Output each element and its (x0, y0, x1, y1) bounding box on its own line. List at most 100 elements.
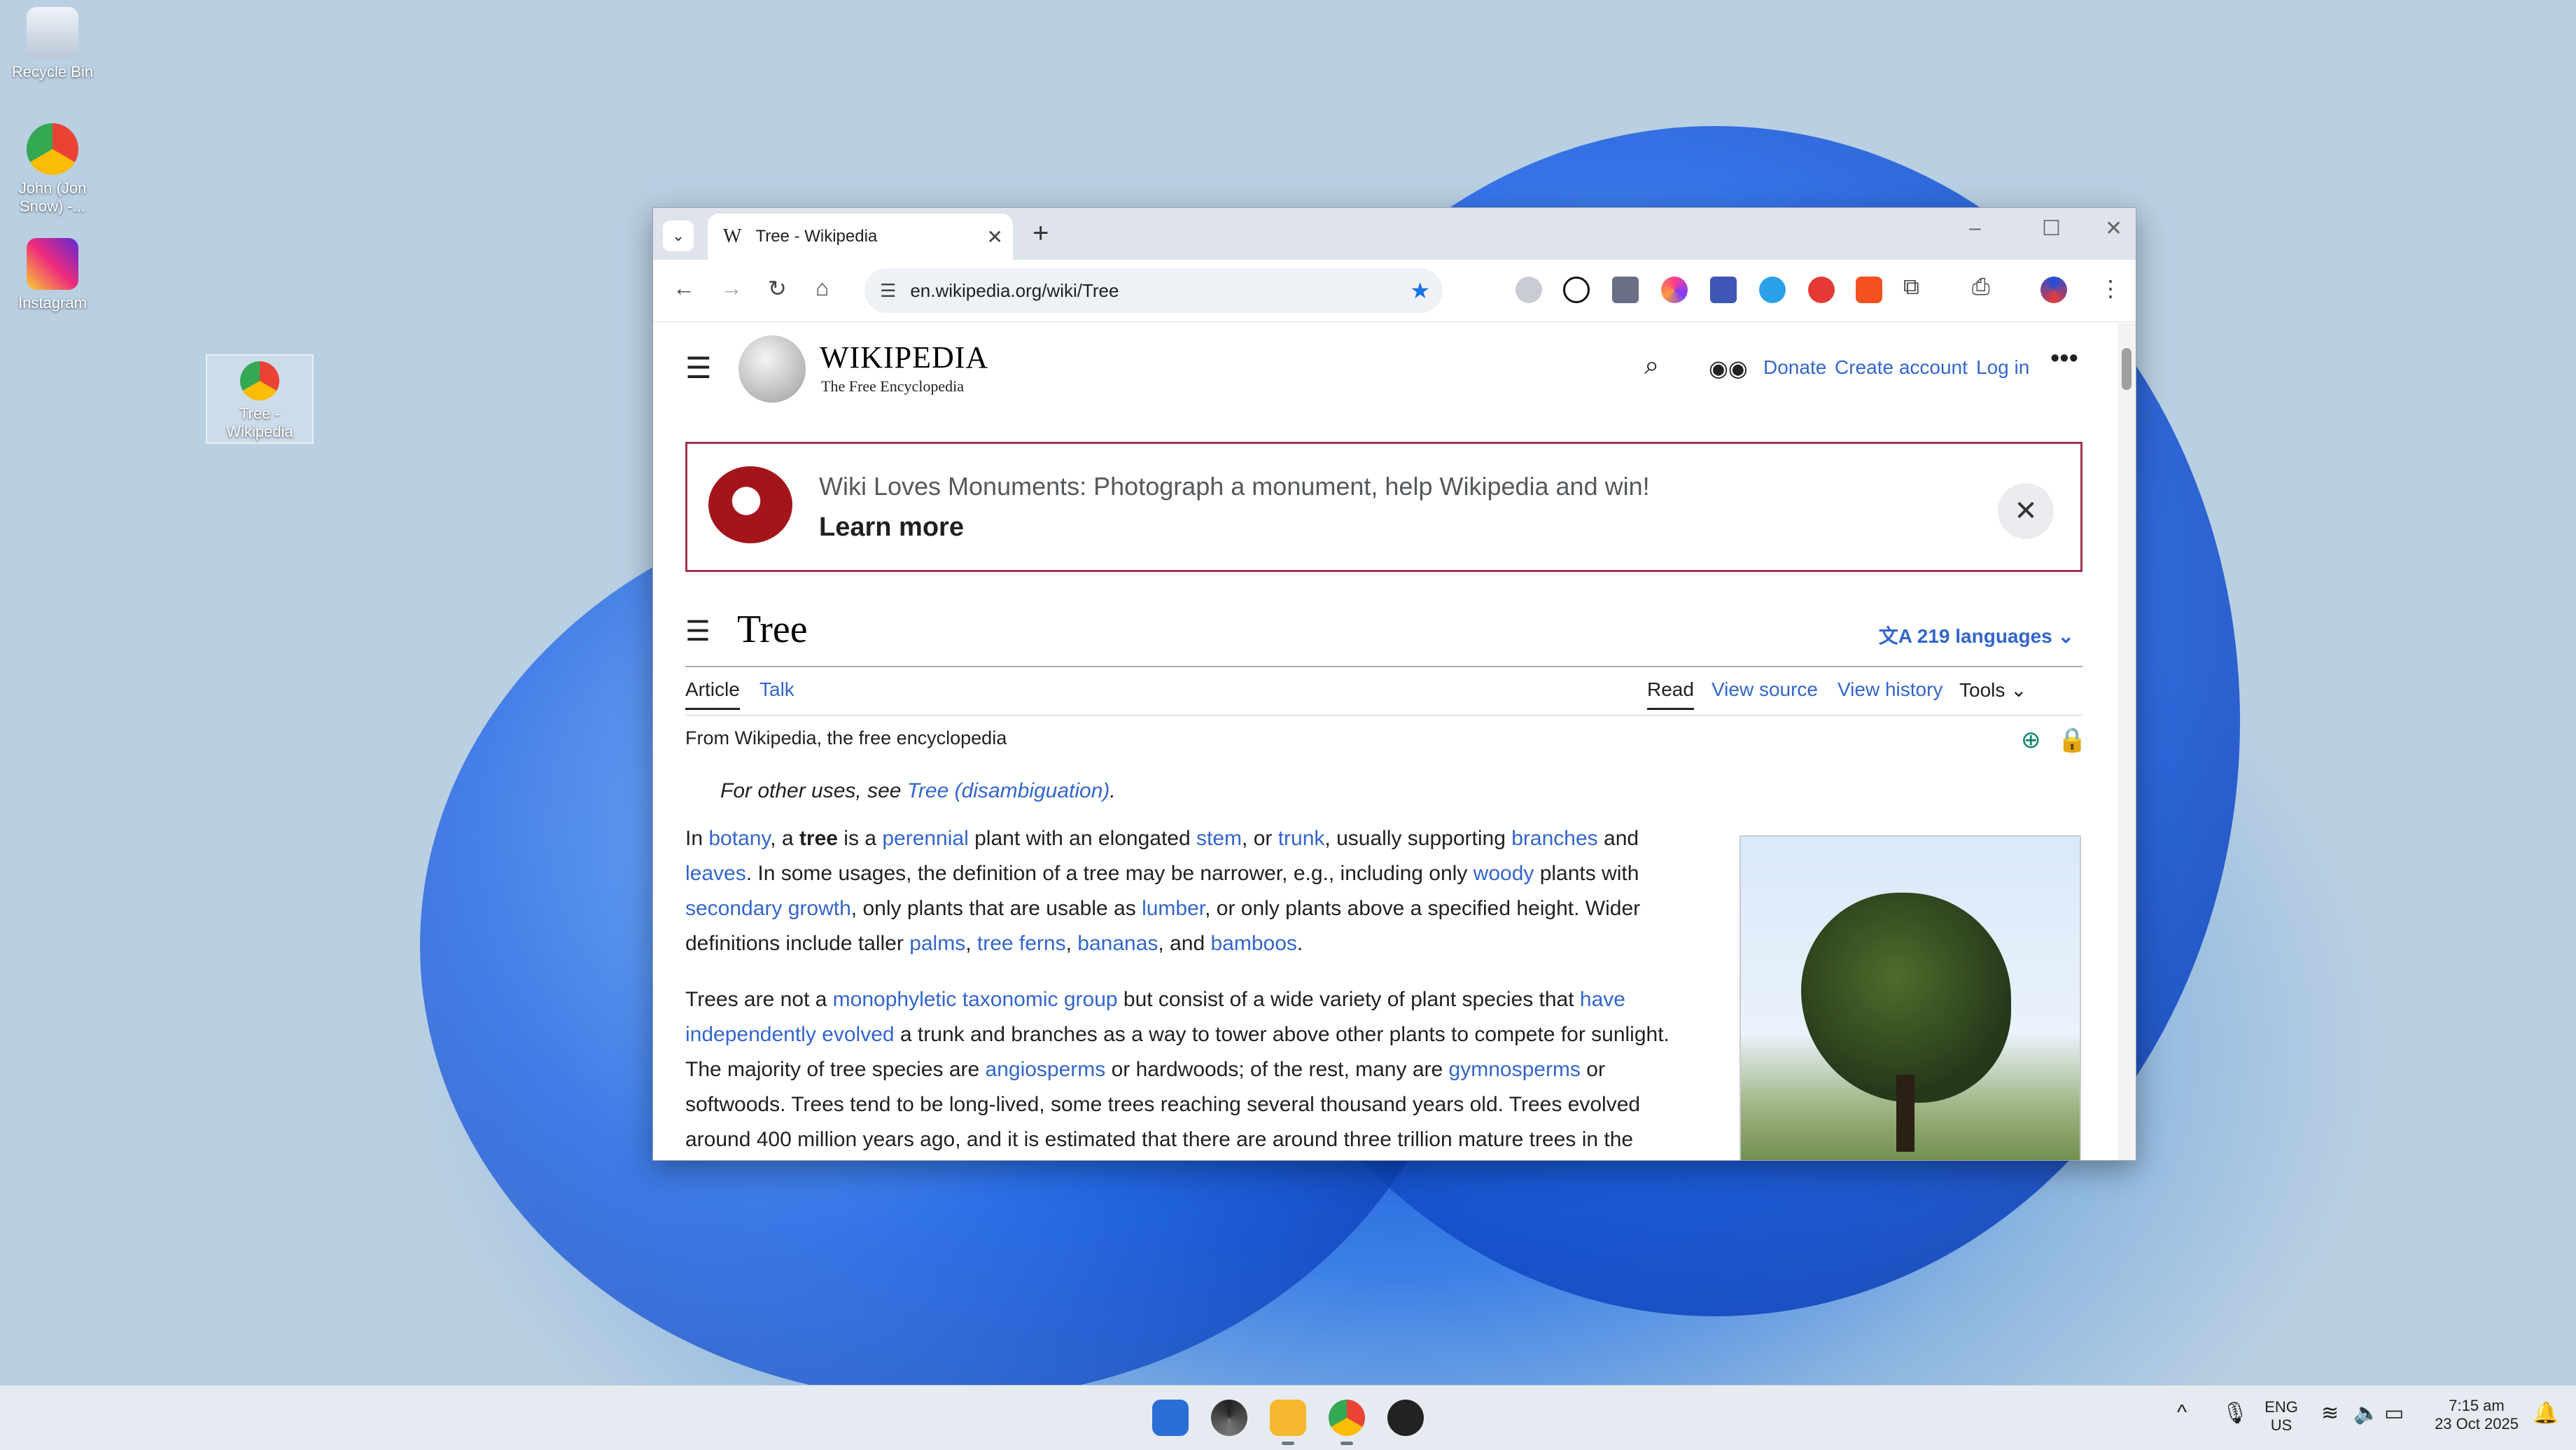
tab-view-source[interactable]: View source (1712, 678, 1818, 701)
forward-button[interactable]: → (720, 275, 743, 301)
article-link[interactable]: stem (1196, 827, 1242, 850)
tab-search-button[interactable]: ⌄ (663, 221, 694, 251)
article-link[interactable]: trunk (1278, 827, 1325, 850)
extension-icon[interactable] (1612, 277, 1639, 303)
tab-article[interactable]: Article (685, 678, 740, 710)
page-title: Tree (737, 608, 808, 651)
wifi-icon[interactable]: ≋ (2321, 1401, 2339, 1425)
start-button[interactable] (1152, 1400, 1189, 1436)
desktop-icon-chrome-profile[interactable]: John (Jon Snow) -... (0, 123, 105, 216)
maximize-button[interactable]: ☐ (2042, 216, 2061, 241)
wikipedia-wordmark: WIKIPEDIA (820, 340, 989, 375)
article-link[interactable]: woody (1474, 862, 1534, 885)
reload-button[interactable]: ↻ (768, 275, 787, 302)
minimize-button[interactable]: – (1969, 216, 1981, 240)
article-link[interactable]: perennial (882, 827, 968, 850)
article-link[interactable]: bamboos (1210, 932, 1296, 955)
protection-lock-icon[interactable]: 🔒 (2057, 726, 2087, 754)
article-link[interactable]: lumber (1142, 897, 1205, 920)
paragraph-text: or hardwoods; of the rest, many are (1105, 1058, 1449, 1081)
chrome-taskbar-icon[interactable] (1329, 1400, 1365, 1436)
languages-button[interactable]: 文A 219 languages ⌄ (1879, 621, 2074, 649)
table-of-contents-icon[interactable]: ☰ (685, 615, 710, 648)
recycle-bin-icon (27, 7, 78, 59)
media-player-icon[interactable] (1387, 1400, 1424, 1436)
profile-avatar[interactable] (2040, 277, 2067, 303)
bookmark-star-icon[interactable]: ★ (1410, 277, 1430, 304)
tools-label: Tools (1959, 679, 2005, 701)
learn-more-link[interactable]: Learn more (819, 513, 964, 543)
close-banner-button[interactable]: ✕ (1998, 483, 2054, 539)
article-link[interactable]: branches (1511, 827, 1597, 850)
url-text: en.wikipedia.org/wiki/Tree (910, 279, 1119, 301)
article-link[interactable]: palms (909, 932, 965, 955)
extension-color-icon[interactable] (1661, 277, 1688, 303)
new-tab-button[interactable]: + (1032, 218, 1049, 249)
log-in-link[interactable]: Log in (1976, 356, 2029, 379)
taskbar-app-icon[interactable] (1211, 1400, 1247, 1436)
desktop-icon-recycle-bin[interactable]: Recycle Bin (0, 7, 105, 81)
battery-icon[interactable]: ▭ (2384, 1401, 2404, 1425)
article-link[interactable]: leaves (685, 862, 746, 885)
hatnote-text: . (1110, 779, 1116, 802)
article-link[interactable]: bananas (1077, 932, 1158, 955)
tab-tree-wikipedia[interactable]: W Tree - Wikipedia ✕ (708, 214, 1013, 260)
extension-icon[interactable] (1710, 277, 1737, 303)
extension-shield-icon[interactable] (1516, 277, 1542, 303)
desktop-icon-label: Recycle Bin (11, 63, 94, 81)
article-link[interactable]: monophyletic taxonomic group (833, 988, 1118, 1011)
desktop-icon-tree-wikipedia[interactable]: Tree - Wikipedia (206, 354, 314, 444)
tools-menu[interactable]: Tools ⌄ (1959, 678, 2027, 702)
print-icon[interactable]: ⎙ (1972, 274, 1990, 300)
notification-bell-icon[interactable]: 🔔 (2533, 1401, 2558, 1425)
scrollbar-thumb[interactable] (2122, 348, 2132, 390)
donate-link[interactable]: Donate (1763, 356, 1826, 379)
tab-read[interactable]: Read (1647, 678, 1694, 710)
volume-icon[interactable]: 🔈 (2353, 1401, 2379, 1425)
extension-megaphone-icon[interactable] (1856, 277, 1882, 303)
article-link[interactable]: angiosperms (986, 1058, 1106, 1081)
clock[interactable]: 7:15 am 23 Oct 2025 (2428, 1397, 2526, 1433)
infobox-tree-image[interactable] (1740, 835, 2081, 1160)
file-explorer-icon[interactable] (1270, 1400, 1306, 1436)
tab-strip: ⌄ W Tree - Wikipedia ✕ + – ☐ ✕ (653, 208, 2136, 260)
taskbar: ^ 🎙 ENG US ≋ 🔈 ▭ 7:15 am 23 Oct 2025 🔔 (0, 1385, 2576, 1450)
site-info-icon[interactable]: ☰ (880, 280, 896, 302)
paragraph-text: plant with an elongated (968, 827, 1197, 850)
desktop-icon-instagram[interactable]: Instagram (0, 238, 105, 312)
tree-image-trunk (1896, 1075, 1914, 1152)
show-hidden-icons-chevron-icon[interactable]: ^ (2177, 1401, 2187, 1425)
extension-icon[interactable] (1808, 277, 1835, 303)
main-menu-icon[interactable]: ☰ (685, 351, 712, 385)
article-link[interactable]: tree ferns (977, 932, 1066, 955)
search-icon[interactable]: ⌕ (1644, 351, 1659, 381)
extensions-puzzle-icon[interactable]: ⧉ (1903, 274, 1919, 300)
tree-image-crown (1801, 893, 2011, 1103)
close-icon: ✕ (2014, 496, 2038, 527)
extension-block-icon[interactable] (1563, 277, 1590, 303)
site-subtitle: From Wikipedia, the free encyclopedia (685, 727, 1007, 748)
wiki-loves-monuments-banner: Wiki Loves Monuments: Photograph a monum… (685, 442, 2082, 572)
language-indicator[interactable]: ENG US (2264, 1398, 2299, 1435)
microphone-icon[interactable]: 🎙 (2222, 1401, 2248, 1425)
home-button[interactable]: ⌂ (816, 275, 829, 301)
article-link[interactable]: gymnosperms (1449, 1058, 1581, 1081)
appearance-icon[interactable]: ◉◉ (1709, 355, 1748, 382)
article-link[interactable]: botany (708, 827, 770, 850)
tab-view-history[interactable]: View history (1837, 678, 1942, 701)
back-button[interactable]: ← (673, 275, 695, 301)
title-row: ☰ Tree 文A 219 languages ⌄ (685, 603, 2082, 667)
good-article-plus-icon[interactable]: ⊕ (2021, 726, 2041, 754)
page-scrollbar[interactable] (2118, 323, 2136, 1160)
address-bar[interactable]: ☰ en.wikipedia.org/wiki/Tree ★ (864, 268, 1443, 313)
extension-icon[interactable] (1759, 277, 1786, 303)
close-tab-icon[interactable]: ✕ (987, 225, 1003, 249)
wikipedia-logo[interactable] (738, 335, 806, 403)
browser-menu-icon[interactable]: ⋮ (2099, 275, 2122, 302)
disambiguation-link[interactable]: Tree (disambiguation) (907, 779, 1110, 802)
article-link[interactable]: secondary growth (685, 897, 851, 920)
more-options-icon[interactable]: ••• (2050, 344, 2078, 374)
close-window-button[interactable]: ✕ (2105, 216, 2122, 241)
create-account-link[interactable]: Create account (1835, 356, 1968, 379)
tab-talk[interactable]: Talk (760, 678, 794, 701)
